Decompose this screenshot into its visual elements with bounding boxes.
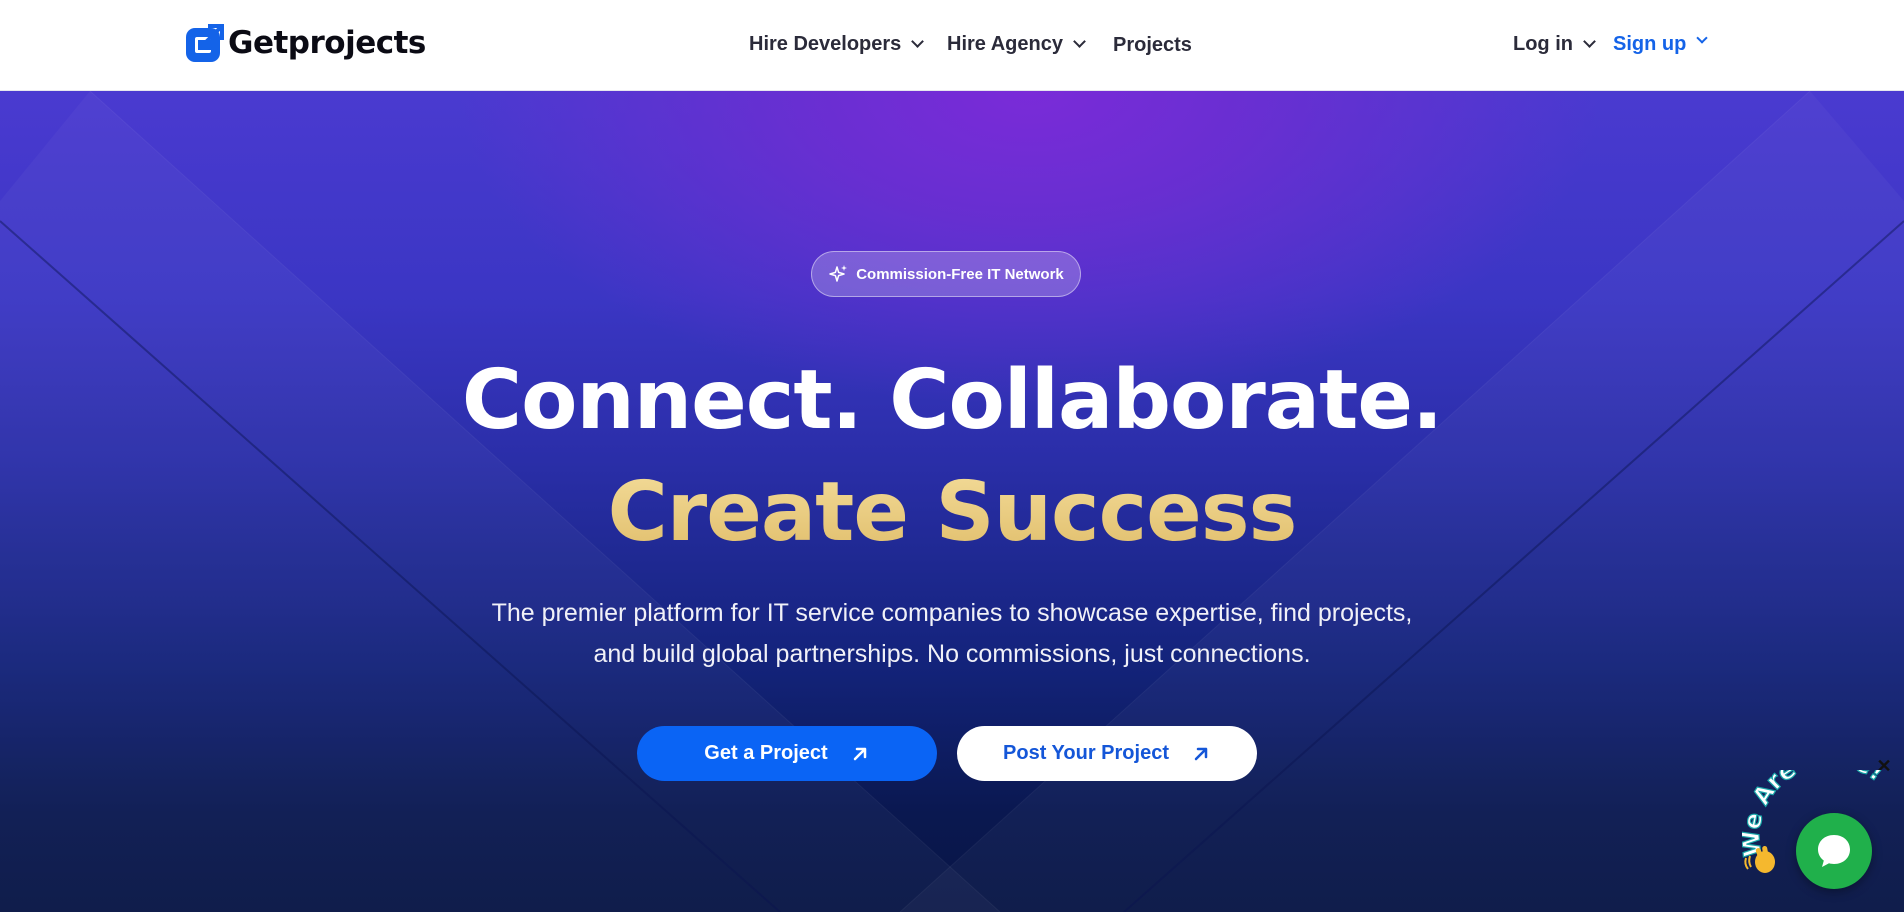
hero-subtitle: The premier platform for IT service comp… bbox=[452, 593, 1452, 675]
chevron-down-icon bbox=[1696, 31, 1708, 44]
logo-icon bbox=[186, 24, 224, 62]
nav-hire-developers[interactable]: Hire Developers bbox=[749, 33, 925, 56]
chevron-down-icon bbox=[1073, 35, 1086, 48]
hero-badge-label: Commission-Free IT Network bbox=[856, 265, 1064, 283]
arrow-up-right-icon bbox=[1194, 747, 1208, 760]
site-header: Getprojects Hire Developers Hire Agency … bbox=[0, 0, 1904, 91]
arrow-up-right-icon bbox=[853, 747, 866, 760]
hero-subtitle-line: The premier platform for IT service comp… bbox=[491, 599, 1413, 627]
chevron-down-icon bbox=[911, 35, 925, 48]
headline-primary: Connect. Collaborate. bbox=[461, 353, 1443, 448]
nav-item-label: Hire Agency bbox=[947, 33, 1063, 55]
nav-hire-agency[interactable]: Hire Agency bbox=[947, 33, 1086, 56]
chat-icon bbox=[1818, 835, 1850, 867]
post-your-project-button[interactable]: Post Your Project bbox=[957, 726, 1257, 781]
brand-name: Getprojects bbox=[228, 25, 426, 61]
login-label: Log in bbox=[1513, 33, 1573, 55]
post-your-project-label: Post Your Project bbox=[1003, 742, 1169, 764]
get-a-project-label: Get a Project bbox=[704, 742, 828, 764]
brand-logo[interactable]: Getprojects bbox=[186, 24, 426, 62]
sparkle-icon bbox=[829, 265, 848, 282]
signup-link[interactable]: Sign up bbox=[1613, 31, 1708, 56]
nav-item-label: Projects bbox=[1113, 34, 1192, 56]
headline-accent: Create Success bbox=[0, 465, 1904, 560]
hero-subtitle-line: and build global partnerships. No commis… bbox=[593, 640, 1311, 668]
nav-item-label: Hire Developers bbox=[749, 33, 902, 55]
nav-projects[interactable]: Projects bbox=[1113, 34, 1192, 57]
hero-section: Commission-Free IT Network Connect. Coll… bbox=[0, 91, 1904, 912]
chat-button[interactable] bbox=[1796, 813, 1872, 889]
signup-label: Sign up bbox=[1613, 33, 1687, 55]
chevron-down-icon bbox=[1583, 35, 1596, 48]
get-a-project-button[interactable]: Get a Project bbox=[637, 726, 937, 781]
hero-badge: Commission-Free IT Network bbox=[811, 251, 1081, 297]
login-link[interactable]: Log in bbox=[1513, 33, 1596, 56]
